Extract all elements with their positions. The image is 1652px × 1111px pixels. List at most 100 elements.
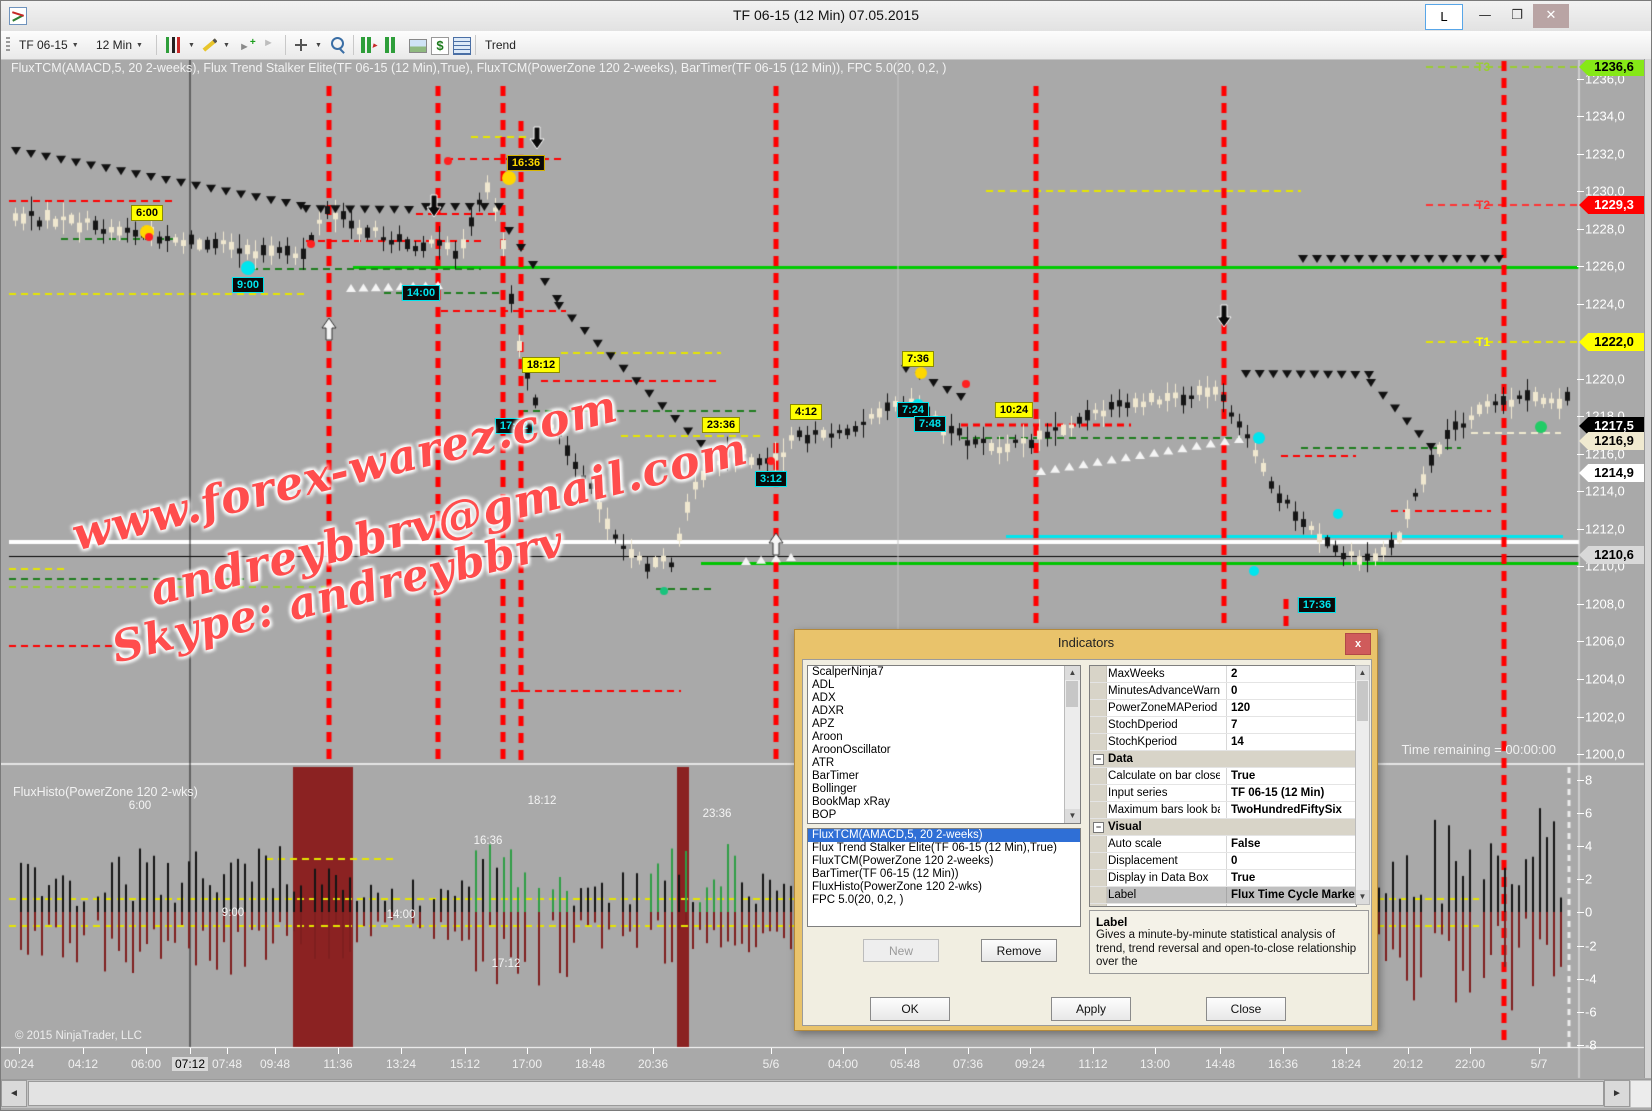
property-name: Label <box>1108 887 1220 903</box>
apply-button[interactable]: Apply <box>1051 997 1131 1021</box>
collapse-icon[interactable]: − <box>1093 754 1104 765</box>
snapshot-icon[interactable] <box>409 39 427 53</box>
selected-indicators-list[interactable]: FluxTCM(AMACD,5, 20 2-weeks)Flux Trend S… <box>807 828 1081 927</box>
pointer-add-icon[interactable]: ►+ <box>239 35 256 55</box>
time-axis-tickmark <box>968 1048 969 1054</box>
close-button[interactable]: ✕ <box>1533 4 1569 28</box>
minimize-button[interactable]: — <box>1471 4 1499 28</box>
maximize-button[interactable]: ❐ <box>1503 4 1531 28</box>
remove-button[interactable]: Remove <box>981 939 1057 962</box>
property-value[interactable]: TF 06-15 (12 Min) <box>1226 785 1356 801</box>
scroll-left-icon[interactable]: ◄ <box>1 1080 27 1107</box>
zoom-icon[interactable] <box>331 37 344 50</box>
property-row[interactable]: −Data <box>1090 751 1356 768</box>
property-value[interactable]: 7 <box>1226 717 1356 733</box>
list-scrollbar[interactable]: ▲ ▼ <box>1064 666 1080 823</box>
property-value[interactable]: True <box>1226 768 1356 784</box>
chevron-down-icon[interactable]: ▼ <box>223 42 230 49</box>
property-row[interactable]: StochDperiod7 <box>1090 717 1356 734</box>
property-row[interactable]: PowerZoneMAPeriod120 <box>1090 700 1356 717</box>
property-value[interactable]: Same as input series <box>1226 904 1356 907</box>
interval-dropdown[interactable]: 12 Min▼ <box>96 35 143 55</box>
scroll-thumb[interactable] <box>1066 681 1078 707</box>
indicator-list-item[interactable]: APZ <box>808 718 1080 731</box>
toolbar-grip[interactable] <box>6 37 10 53</box>
property-row[interactable]: Display in Data BoxTrue <box>1090 870 1356 887</box>
property-value[interactable]: False <box>1226 836 1356 852</box>
copyright-label: © 2015 NinjaTrader, LLC <box>15 1030 142 1042</box>
scroll-thumb[interactable] <box>1357 681 1368 721</box>
scroll-up-icon[interactable]: ▲ <box>1065 666 1080 680</box>
property-value[interactable]: Flux Time Cycle Marker <box>1226 887 1356 903</box>
new-button[interactable]: New <box>863 939 939 962</box>
chevron-down-icon[interactable]: ▼ <box>315 42 322 49</box>
scroll-down-icon[interactable]: ▼ <box>1356 890 1369 904</box>
property-row[interactable]: Auto scaleFalse <box>1090 836 1356 853</box>
property-row[interactable]: Displacement0 <box>1090 853 1356 870</box>
data-series-icon[interactable]: ▸ <box>361 37 377 53</box>
properties-grid[interactable]: MaxWeeks2MinutesAdvanceWarning0PowerZone… <box>1089 665 1357 907</box>
selected-indicator-item[interactable]: BarTimer(TF 06-15 (12 Min)) <box>808 868 1080 881</box>
vertical-scrollbar[interactable] <box>1644 59 1652 1078</box>
property-value[interactable]: 14 <box>1226 734 1356 750</box>
indicator-list-item[interactable]: ScalperNinja7 <box>808 666 1080 679</box>
indicator-list-item[interactable]: ADXR <box>808 705 1080 718</box>
property-row[interactable]: MinutesAdvanceWarning0 <box>1090 683 1356 700</box>
horizontal-scrollbar[interactable]: ◄ ► <box>1 1079 1652 1108</box>
property-row[interactable]: Calculate on bar closeTrue <box>1090 768 1356 785</box>
scroll-down-icon[interactable]: ▼ <box>1065 809 1080 823</box>
pointer-icon[interactable]: ► <box>263 35 274 55</box>
property-row[interactable]: PanelSame as input series <box>1090 904 1356 907</box>
scroll-up-icon[interactable]: ▲ <box>1356 666 1369 680</box>
indicator-list-item[interactable]: ATR <box>808 757 1080 770</box>
indicator-list-item[interactable]: Bollinger <box>808 783 1080 796</box>
ok-button[interactable]: OK <box>870 997 950 1021</box>
property-row[interactable]: StochKperiod14 <box>1090 734 1356 751</box>
scroll-thumb[interactable] <box>28 1081 1604 1106</box>
property-value[interactable]: TwoHundredFiftySix <box>1226 802 1356 818</box>
chart-style-icon[interactable] <box>166 37 182 53</box>
trend-label[interactable]: Trend <box>485 35 516 55</box>
property-value[interactable]: 0 <box>1226 683 1356 699</box>
target-level-label: T1 <box>1476 335 1490 349</box>
selected-indicator-item[interactable]: Flux Trend Stalker Elite(TF 06-15 (12 Mi… <box>808 842 1080 855</box>
property-row[interactable]: MaxWeeks2 <box>1090 666 1356 683</box>
price-axis-tick-label: 1208,0 <box>1585 597 1625 612</box>
indicator-list-item[interactable]: ADL <box>808 679 1080 692</box>
grid-scrollbar[interactable]: ▲ ▼ <box>1355 665 1370 905</box>
property-value[interactable]: 2 <box>1226 666 1356 682</box>
property-row[interactable]: Label Flux Time Cycle Marker <box>1090 887 1356 904</box>
selected-indicator-item[interactable]: FluxTCM(PowerZone 120 2-weeks) <box>808 855 1080 868</box>
price-axis-tickmark <box>1577 813 1584 814</box>
price-axis-tick-label: 6 <box>1585 806 1592 821</box>
indicator-list-item[interactable]: AroonOscillator <box>808 744 1080 757</box>
property-row[interactable]: Maximum bars look backTwoHundredFiftySix <box>1090 802 1356 819</box>
indicator-list-item[interactable]: ADX <box>808 692 1080 705</box>
available-indicators-list[interactable]: ▲ ▼ ScalperNinja7ADLADXADXRAPZAroonAroon… <box>807 665 1081 824</box>
account-icon[interactable]: $ <box>431 37 449 55</box>
dial og-close-button[interactable]: x <box>1345 633 1371 655</box>
collapse-icon[interactable]: − <box>1093 822 1104 833</box>
data-grid-icon[interactable] <box>453 37 471 55</box>
close-dialog-button[interactable]: Close <box>1206 997 1286 1021</box>
indicator-list-item[interactable]: BookMap xRay <box>808 796 1080 809</box>
chevron-down-icon[interactable]: ▼ <box>188 42 195 49</box>
crosshair-icon[interactable] <box>293 37 309 53</box>
selected-indicator-item[interactable]: FluxHisto(PowerZone 120 2-wks) <box>808 881 1080 894</box>
indicator-list-item[interactable]: BOP <box>808 809 1080 822</box>
indicator-list-item[interactable]: Aroon <box>808 731 1080 744</box>
drawing-tools-icon[interactable] <box>201 37 217 53</box>
property-value[interactable]: True <box>1226 870 1356 886</box>
link-button[interactable]: L <box>1425 4 1463 30</box>
selected-indicator-item[interactable]: FluxTCM(AMACD,5, 20 2-weeks) <box>808 829 1080 842</box>
price-axis-tick-label: -2 <box>1585 939 1597 954</box>
selected-indicator-item[interactable]: FPC 5.0(20, 0,2, ) <box>808 894 1080 907</box>
indicators-icon[interactable] <box>385 37 401 53</box>
property-row[interactable]: −Visual <box>1090 819 1356 836</box>
instrument-dropdown[interactable]: TF 06-15▼ <box>19 35 79 55</box>
indicator-list-item[interactable]: BarTimer <box>808 770 1080 783</box>
property-row[interactable]: Input seriesTF 06-15 (12 Min) <box>1090 785 1356 802</box>
scroll-right-icon[interactable]: ► <box>1604 1080 1630 1107</box>
property-value[interactable]: 0 <box>1226 853 1356 869</box>
property-value[interactable]: 120 <box>1226 700 1356 716</box>
